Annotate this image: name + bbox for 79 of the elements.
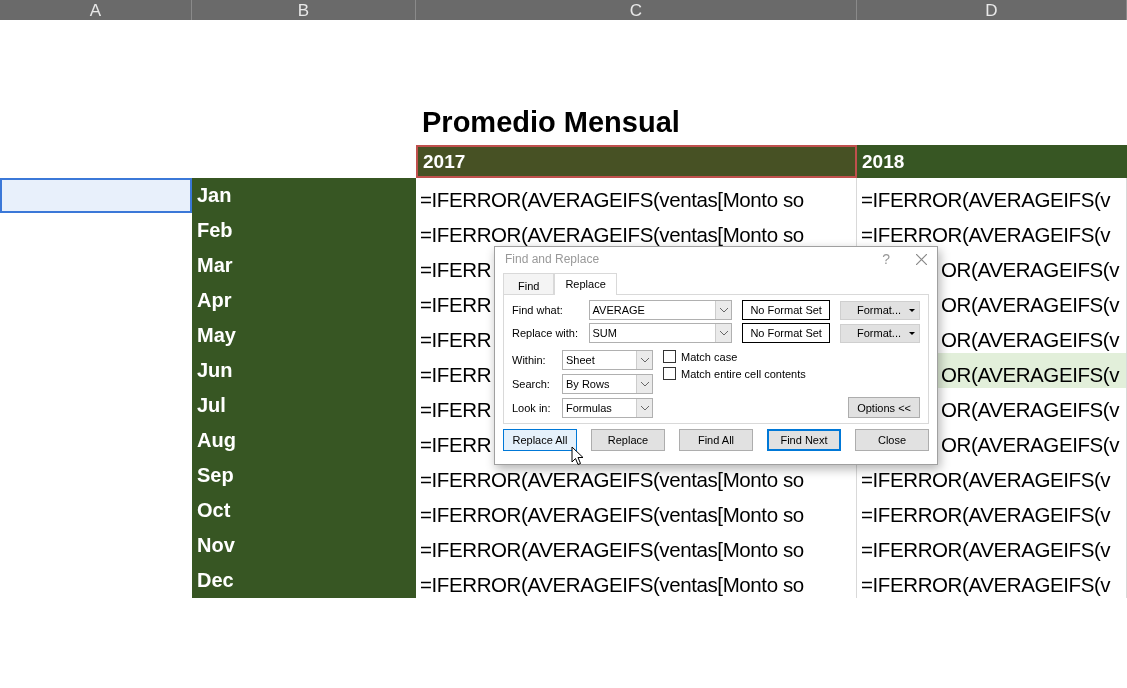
dialog-tab[interactable]: Replace — [554, 273, 617, 295]
formula-text: =IFERROR(AVERAGEIFS(ventas[Monto so — [420, 539, 804, 560]
caret-icon — [909, 308, 915, 312]
formula-text: OR(AVERAGEIFS(v — [941, 329, 1120, 350]
checkbox-label: Match entire cell contents — [681, 367, 806, 380]
chevron-down-icon — [719, 330, 728, 336]
month-cell: Dec — [192, 563, 416, 598]
formula-text: =IFERROR(AVERAGEIFS(v — [861, 574, 1111, 595]
close-icon[interactable] — [916, 253, 927, 265]
combo-field[interactable]: AVERAGE — [588, 300, 733, 320]
formula-text: =IFERROR(AVERAGEIFS(v — [861, 224, 1111, 245]
month-cell: Mar — [192, 248, 416, 283]
dialog-tab[interactable]: Find — [503, 273, 555, 295]
checkbox-label: Match case — [681, 350, 738, 363]
formula-text: OR(AVERAGEIFS(v — [941, 434, 1120, 455]
formula-text: =IFERR — [420, 259, 492, 280]
year-header-cell[interactable]: 2018 — [857, 145, 1127, 178]
field-label: Search: — [512, 378, 551, 390]
month-cell: Jun — [192, 353, 416, 388]
chevron-down-icon — [719, 307, 728, 313]
month-cell: May — [192, 318, 416, 353]
formula-text: OR(AVERAGEIFS(v — [941, 294, 1120, 315]
caret-icon — [909, 331, 915, 335]
combo-field[interactable]: SUM — [588, 323, 733, 343]
formula-text: =IFERR — [420, 364, 492, 385]
format-preview: No Format Set — [742, 323, 831, 343]
format-preview: No Format Set — [742, 300, 831, 320]
column-header[interactable]: C — [416, 0, 857, 20]
column-header[interactable]: D — [857, 0, 1127, 20]
checkbox[interactable] — [663, 367, 676, 380]
formula-text: =IFERR — [420, 434, 492, 455]
formula-text: OR(AVERAGEIFS(v — [941, 259, 1120, 280]
month-cell: Sep — [192, 458, 416, 493]
format-button[interactable]: Format... — [840, 300, 920, 320]
chevron-down-icon — [640, 357, 649, 363]
formula-text: =IFERR — [420, 294, 492, 315]
column-header[interactable]: A — [0, 0, 192, 20]
formula-text: =IFERROR(AVERAGEIFS(ventas[Monto so — [420, 189, 804, 210]
selected-cell[interactable] — [0, 178, 192, 213]
field-label: Within: — [512, 354, 547, 366]
dialog-button[interactable]: Find All — [679, 429, 753, 451]
formula-text: =IFERROR(AVERAGEIFS(v — [861, 189, 1111, 210]
dialog-title: Find and Replace — [505, 252, 601, 266]
sheet-title: Promedio Mensual — [421, 106, 681, 140]
column-header[interactable]: B — [192, 0, 416, 20]
formula-text: =IFERROR(AVERAGEIFS(ventas[Monto so — [420, 469, 804, 490]
formula-text: =IFERROR(AVERAGEIFS(ventas[Monto so — [420, 224, 804, 245]
month-cell: Oct — [192, 493, 416, 528]
month-cell: Apr — [192, 283, 416, 318]
month-cell: Aug — [192, 423, 416, 458]
dropdown[interactable]: By Rows — [562, 374, 653, 394]
checkbox[interactable] — [663, 350, 676, 363]
field-label: Replace with: — [512, 327, 580, 339]
formula-text: =IFERROR(AVERAGEIFS(ventas[Monto so — [420, 504, 804, 525]
month-cell: Jul — [192, 388, 416, 423]
chevron-down-icon — [640, 381, 649, 387]
formula-text: =IFERROR(AVERAGEIFS(v — [861, 469, 1111, 490]
formula-text: =IFERROR(AVERAGEIFS(v — [861, 504, 1111, 525]
format-button[interactable]: Format... — [840, 323, 920, 343]
formula-text: =IFERROR(AVERAGEIFS(ventas[Monto so — [420, 574, 804, 595]
month-cell: Jan — [192, 178, 416, 213]
dialog-button[interactable]: Find Next — [767, 429, 841, 451]
formula-text: =IFERR — [420, 399, 492, 420]
month-cell: Nov — [192, 528, 416, 563]
dropdown[interactable]: Formulas — [562, 398, 653, 418]
formula-text: =IFERR — [420, 329, 492, 350]
month-cell: Feb — [192, 213, 416, 248]
formula-text: OR(AVERAGEIFS(v — [941, 399, 1120, 420]
dropdown[interactable]: Sheet — [562, 350, 653, 370]
dialog-button[interactable]: Replace All — [503, 429, 577, 451]
options-button[interactable]: Options << — [848, 397, 920, 418]
formula-text: =IFERROR(AVERAGEIFS(v — [861, 539, 1111, 560]
dialog-button[interactable]: Close — [855, 429, 929, 451]
dialog-button[interactable]: Replace — [591, 429, 665, 451]
field-label: Find what: — [512, 304, 564, 316]
formula-text: OR(AVERAGEIFS(v — [941, 364, 1120, 385]
field-label: Look in: — [512, 402, 552, 414]
year-header-cell[interactable]: 2017 — [416, 145, 857, 178]
chevron-down-icon — [640, 405, 649, 411]
